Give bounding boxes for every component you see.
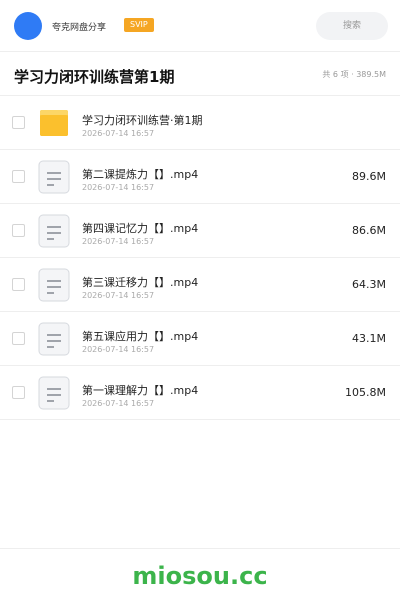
file-name[interactable]: 学习力闭环训练营·第1期 (82, 112, 203, 128)
file-date: 2026-07-14 16:57 (82, 399, 155, 408)
list-item[interactable]: 第五课应用力【】.mp4 2026-07-14 16:57 43.1M (0, 312, 400, 366)
file-name[interactable]: 第四课记忆力【】.mp4 (82, 220, 198, 236)
select-checkbox[interactable] (12, 116, 25, 129)
file-size: 89.6M (352, 170, 386, 183)
file-size: 64.3M (352, 278, 386, 291)
file-name[interactable]: 第五课应用力【】.mp4 (82, 328, 198, 344)
file-date: 2026-07-14 16:57 (82, 129, 155, 138)
select-checkbox[interactable] (12, 386, 25, 399)
file-size: 86.6M (352, 224, 386, 237)
select-checkbox[interactable] (12, 224, 25, 237)
search-input[interactable]: 搜索 (316, 12, 388, 40)
file-date: 2026-07-14 16:57 (82, 291, 155, 300)
user-name[interactable]: 夸克网盘分享 (52, 20, 106, 33)
file-name[interactable]: 第三课迁移力【】.mp4 (82, 274, 198, 290)
file-list: 学习力闭环训练营·第1期 2026-07-14 16:57 第二课提炼力【】.m… (0, 96, 400, 420)
folder-icon (38, 106, 70, 140)
file-date: 2026-07-14 16:57 (82, 345, 155, 354)
list-item[interactable]: 第二课提炼力【】.mp4 2026-07-14 16:57 89.6M (0, 150, 400, 204)
list-item[interactable]: 第四课记忆力【】.mp4 2026-07-14 16:57 86.6M (0, 204, 400, 258)
select-checkbox[interactable] (12, 170, 25, 183)
folder-meta: 共 6 项 · 389.5M (322, 70, 386, 79)
select-checkbox[interactable] (12, 332, 25, 345)
file-date: 2026-07-14 16:57 (82, 183, 155, 192)
top-bar: 夸克网盘分享 SVIP 搜索 (0, 0, 400, 52)
file-name[interactable]: 第一课理解力【】.mp4 (82, 382, 198, 398)
footer-divider (0, 548, 400, 549)
document-icon (38, 214, 70, 248)
file-name[interactable]: 第二课提炼力【】.mp4 (82, 166, 198, 182)
page-title: 学习力闭环训练营第1期 (14, 68, 175, 86)
folder-header: 学习力闭环训练营第1期 共 6 项 · 389.5M (0, 52, 400, 96)
list-item[interactable]: 学习力闭环训练营·第1期 2026-07-14 16:57 (0, 96, 400, 150)
list-item[interactable]: 第三课迁移力【】.mp4 2026-07-14 16:57 64.3M (0, 258, 400, 312)
document-icon (38, 160, 70, 194)
svip-badge: SVIP (124, 18, 154, 32)
watermark: miosou.cc (132, 562, 268, 590)
file-date: 2026-07-14 16:57 (82, 237, 155, 246)
file-size: 43.1M (352, 332, 386, 345)
avatar[interactable] (14, 12, 42, 40)
select-checkbox[interactable] (12, 278, 25, 291)
list-item[interactable]: 第一课理解力【】.mp4 2026-07-14 16:57 105.8M (0, 366, 400, 420)
document-icon (38, 268, 70, 302)
file-size: 105.8M (345, 386, 386, 399)
document-icon (38, 322, 70, 356)
document-icon (38, 376, 70, 410)
